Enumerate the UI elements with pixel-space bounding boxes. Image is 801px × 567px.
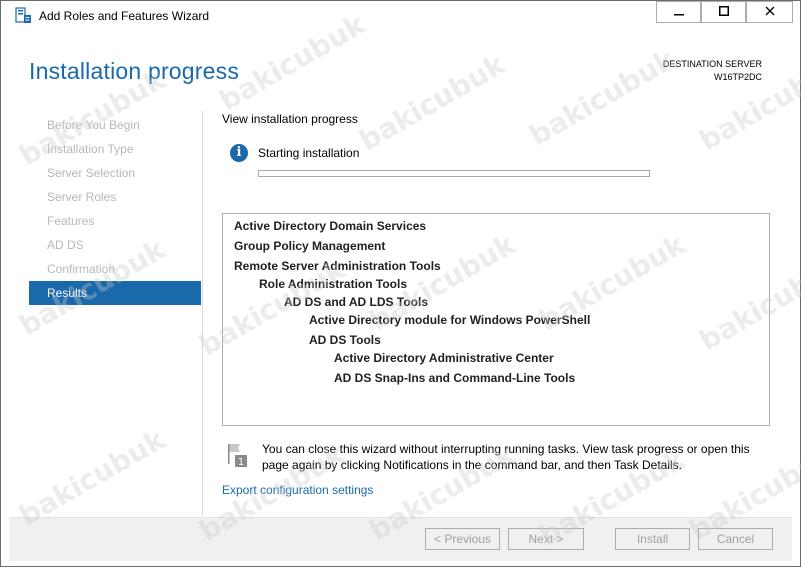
notification-badge: 1 <box>238 457 244 468</box>
feature-item: AD DS Tools <box>309 333 381 347</box>
installation-progress-bar <box>258 170 650 177</box>
nav-item-results[interactable]: Results <box>29 281 201 305</box>
info-icon: i <box>230 144 248 162</box>
wizard-window: Add Roles and Features Wizard Installati… <box>0 0 801 567</box>
notification-flag-icon: 1 <box>227 442 249 468</box>
notice-text: You can close this wizard without interr… <box>262 442 750 472</box>
feature-list: Active Directory Domain Services Group P… <box>222 213 770 426</box>
destination-server: DESTINATION SERVER W16TP2DC <box>663 58 762 84</box>
nav-divider <box>202 111 203 515</box>
export-configuration-link[interactable]: Export configuration settings <box>222 483 373 497</box>
destination-label: DESTINATION SERVER <box>662 59 762 69</box>
window-title: Add Roles and Features Wizard <box>39 9 210 23</box>
feature-item: Group Policy Management <box>234 239 386 253</box>
nav-item-ad-ds: AD DS <box>47 238 84 252</box>
title-bar[interactable]: Add Roles and Features Wizard <box>1 1 800 32</box>
nav-item-server-roles: Server Roles <box>47 190 117 204</box>
maximize-icon <box>718 5 729 19</box>
feature-item: AD DS and AD LDS Tools <box>284 295 428 309</box>
view-progress-label: View installation progress <box>222 112 358 126</box>
watermark: bakicubuk <box>353 47 511 158</box>
install-button[interactable]: Install <box>615 528 690 550</box>
feature-item: AD DS Snap-Ins and Command-Line Tools <box>334 371 576 385</box>
feature-item: Active Directory Domain Services <box>234 219 427 233</box>
nav-item-server-selection: Server Selection <box>47 166 136 180</box>
feature-item: Remote Server Administration Tools <box>234 259 441 273</box>
close-icon <box>765 5 775 19</box>
feature-item: Active Directory Administrative Center <box>334 351 554 365</box>
status-text: Starting installation <box>258 146 360 160</box>
close-button[interactable] <box>746 1 793 23</box>
watermark: bakicubuk <box>13 422 171 533</box>
nav-item-confirmation: Confirmation <box>47 262 116 276</box>
previous-button[interactable]: < Previous <box>425 528 500 550</box>
nav-item-before-you-begin: Before You Begin <box>47 118 140 132</box>
next-button[interactable]: Next > <box>508 528 584 550</box>
nav-item-installation-type: Installation Type <box>47 142 134 156</box>
cancel-button[interactable]: Cancel <box>698 528 773 550</box>
server-manager-icon <box>15 7 32 24</box>
minimize-button[interactable] <box>656 1 701 23</box>
nav-item-features: Features <box>47 214 95 228</box>
minimize-icon <box>673 5 684 19</box>
maximize-button[interactable] <box>701 1 746 23</box>
wizard-nav: Before You Begin Installation Type Serve… <box>29 113 201 305</box>
destination-server-name: W16TP2DC <box>713 72 762 82</box>
page-title: Installation progress <box>29 58 240 84</box>
feature-item: Active Directory module for Windows Powe… <box>309 313 591 327</box>
watermark: bakicubuk <box>523 42 681 153</box>
feature-item: Role Administration Tools <box>259 277 408 291</box>
